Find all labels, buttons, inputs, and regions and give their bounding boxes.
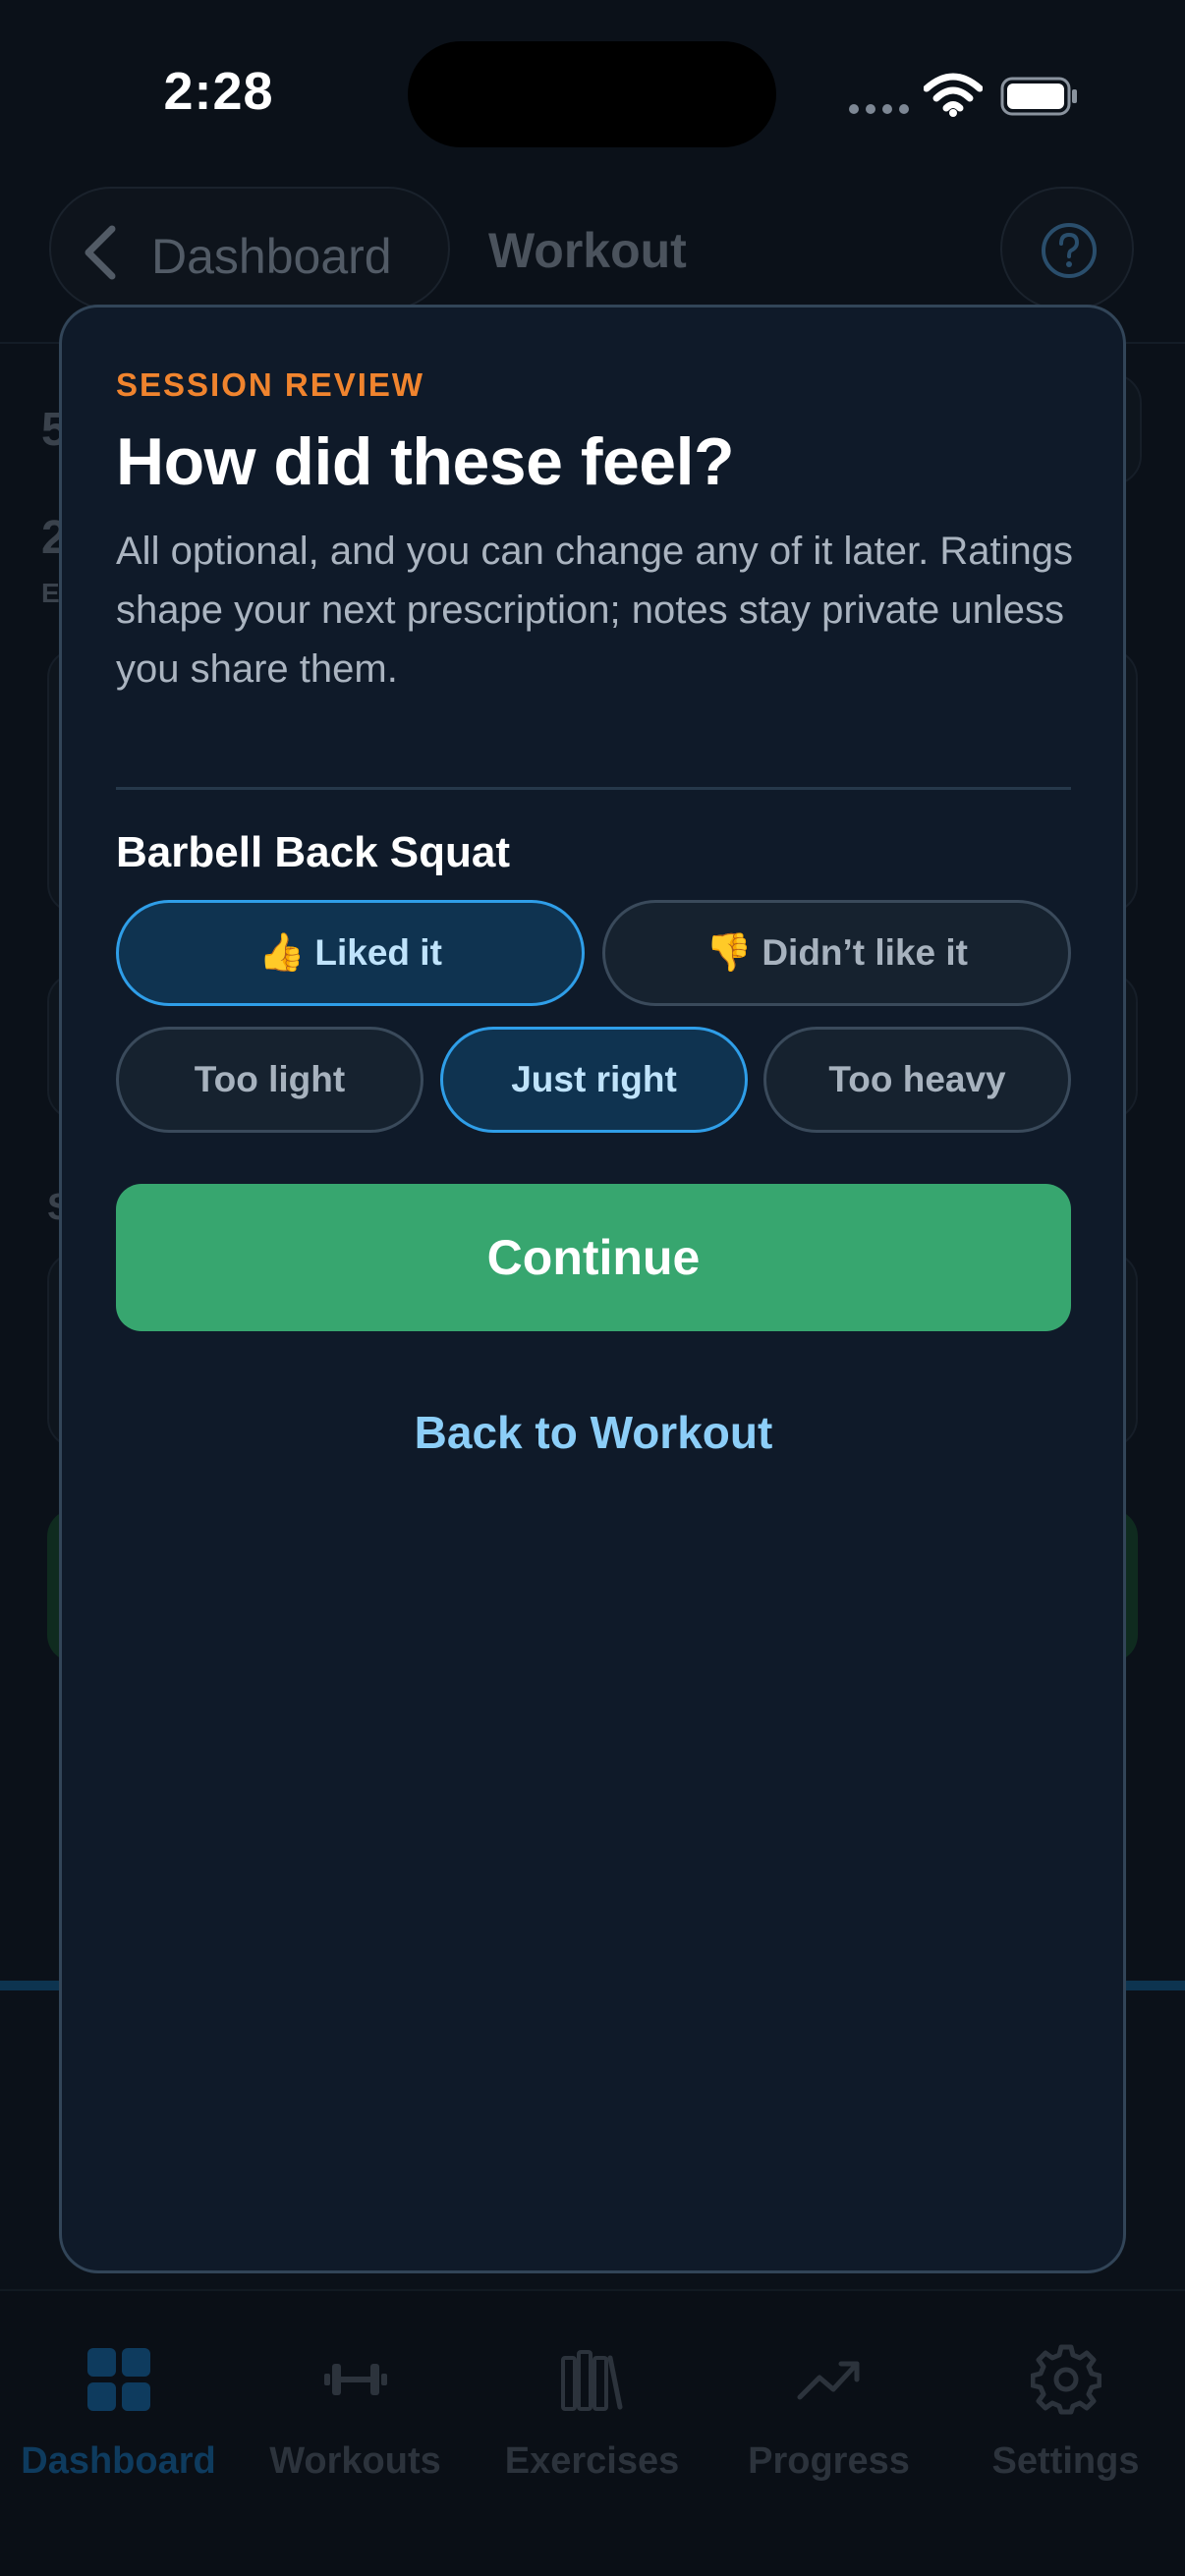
status-bar: 2:28 <box>0 0 1185 187</box>
too-heavy-label: Too heavy <box>828 1059 1006 1099</box>
exercise-name: Barbell Back Squat <box>116 828 511 876</box>
continue-label: Continue <box>486 1230 701 1285</box>
back-button-label: Dashboard <box>151 229 392 284</box>
tab-bar: Dashboard Workouts Exercises Progress Se… <box>0 2289 1185 2576</box>
thumbs-down-icon: 👎 <box>705 932 753 974</box>
too-heavy-button[interactable]: Too heavy <box>763 1027 1071 1133</box>
liked-it-label: Liked it <box>314 932 442 973</box>
just-right-button[interactable]: Just right <box>440 1027 748 1133</box>
continue-button[interactable]: Continue <box>116 1184 1071 1331</box>
tab-exercises[interactable]: Exercises <box>474 2291 710 2507</box>
too-light-label: Too light <box>194 1059 346 1099</box>
just-right-label: Just right <box>511 1059 677 1099</box>
gear-icon <box>1030 2344 1101 2415</box>
battery-icon <box>1000 77 1077 116</box>
page-title: Workout <box>488 223 687 278</box>
divider <box>116 787 1071 790</box>
too-light-button[interactable]: Too light <box>116 1027 423 1133</box>
trend-icon <box>797 2361 859 2400</box>
books-icon <box>560 2350 622 2411</box>
chevron-left-icon <box>85 225 116 280</box>
tab-label: Settings <box>991 2440 1140 2482</box>
session-review-modal: SESSION REVIEW How did these feel? All o… <box>59 305 1126 2273</box>
modal-eyebrow: SESSION REVIEW <box>116 366 425 403</box>
back-to-workout-link[interactable]: Back to Workout <box>116 1406 1071 1459</box>
back-to-dashboard-button[interactable]: Dashboard <box>49 187 450 310</box>
didnt-like-it-button[interactable]: 👎 Didn’t like it <box>602 900 1071 1006</box>
thumbs-up-icon: 👍 <box>258 932 306 974</box>
tab-label: Workouts <box>269 2440 441 2482</box>
tab-workouts[interactable]: Workouts <box>237 2291 474 2507</box>
tab-dashboard[interactable]: Dashboard <box>0 2291 237 2507</box>
tab-settings[interactable]: Settings <box>947 2291 1184 2507</box>
dynamic-island <box>408 41 776 147</box>
question-mark-icon <box>1042 223 1097 278</box>
grid-icon <box>86 2348 150 2411</box>
cellular-signal-icon <box>849 104 909 114</box>
modal-title: How did these feel? <box>116 424 735 499</box>
modal-subtitle: All optional, and you can change any of … <box>116 530 1073 691</box>
liked-it-button[interactable]: 👍 Liked it <box>116 900 585 1006</box>
tab-label: Exercises <box>504 2440 680 2482</box>
tab-label: Dashboard <box>21 2440 216 2482</box>
tab-progress[interactable]: Progress <box>710 2291 947 2507</box>
didnt-like-it-label: Didn’t like it <box>762 932 968 973</box>
status-time: 2:28 <box>163 62 274 121</box>
dumbbell-icon <box>323 2364 387 2395</box>
background-stat-caption: E <box>41 578 60 608</box>
tab-label: Progress <box>748 2440 910 2482</box>
wifi-icon <box>924 73 983 117</box>
help-button[interactable] <box>1000 187 1134 310</box>
